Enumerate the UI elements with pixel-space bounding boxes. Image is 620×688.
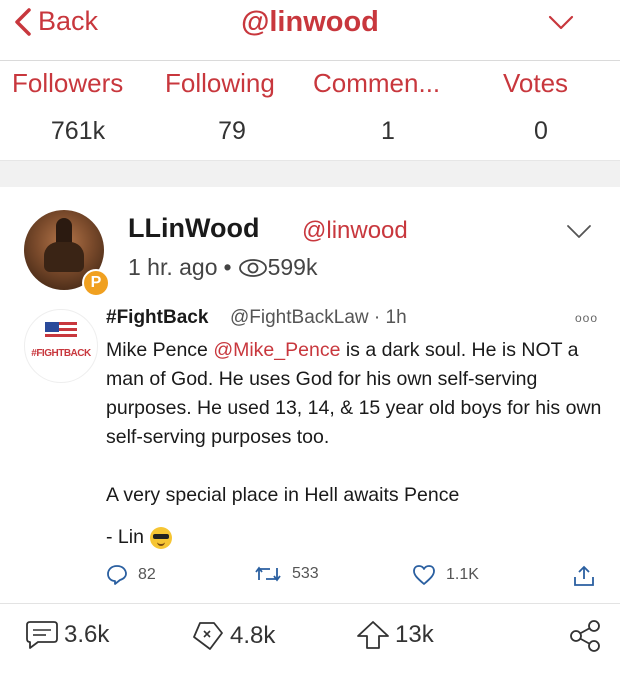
upvote-button[interactable]: 13k — [355, 619, 434, 651]
avatar-tag: #FIGHTBACK — [31, 348, 91, 359]
reply-button[interactable]: 82 — [106, 564, 156, 586]
signature: - Lin — [106, 526, 172, 549]
comment-icon — [26, 621, 58, 649]
stat-comments-value: 1 — [381, 117, 395, 145]
embedded-handle-time[interactable]: @FightBackLaw · 1h — [230, 307, 407, 329]
section-separator — [0, 160, 620, 188]
heart-icon — [413, 565, 435, 585]
embedded-avatar[interactable]: #FIGHTBACK — [24, 309, 98, 383]
profile-stats: Followers Following Commen... Votes 761k… — [0, 61, 620, 161]
comment-count: 3.6k — [64, 621, 110, 648]
views-count: 599k — [267, 254, 318, 280]
paragraph-2: A very special place in Hell awaits Penc… — [106, 484, 460, 506]
author-name[interactable]: LLinWood — [128, 213, 259, 244]
avatar-rider — [56, 218, 72, 244]
chevron-down-icon[interactable] — [566, 224, 592, 240]
comment-button[interactable]: 3.6k — [24, 619, 109, 651]
meta-separator: • — [223, 254, 232, 280]
author-handle[interactable]: @linwood — [302, 217, 408, 245]
views-icon — [238, 258, 267, 277]
upvote-count: 13k — [395, 621, 434, 648]
text-before-mention: Mike Pence — [106, 339, 214, 361]
share-button[interactable] — [568, 619, 606, 653]
stat-following-value: 79 — [218, 117, 246, 145]
more-options-icon[interactable]: ooo — [575, 311, 598, 325]
divider — [0, 603, 620, 604]
stat-comments-label[interactable]: Commen... — [313, 68, 440, 99]
embedded-tweet-text: Mike Pence @Mike_Pence is a dark soul. H… — [106, 336, 606, 510]
like-count: 1.1K — [446, 566, 479, 583]
parler-badge-icon: P — [82, 269, 110, 297]
share-nodes-icon — [570, 620, 600, 652]
upvote-arrow-icon — [357, 621, 389, 649]
stat-votes-value: 0 — [534, 117, 548, 145]
top-bar: Back @linwood — [0, 0, 620, 58]
share-tweet-button[interactable] — [572, 564, 606, 588]
mention-link[interactable]: @Mike_Pence — [213, 339, 340, 361]
stat-votes-label[interactable]: Votes — [503, 68, 568, 99]
flag-icon — [45, 322, 77, 340]
retweet-button[interactable]: 533 — [254, 564, 319, 584]
reply-icon — [107, 565, 127, 585]
stat-followers-value: 761k — [50, 117, 106, 145]
reply-count: 82 — [138, 566, 156, 583]
chevron-down-icon[interactable] — [548, 15, 574, 31]
post-card: P LLinWood @linwood 1 hr. ago • 599k #FI… — [0, 187, 620, 688]
share-icon — [574, 565, 594, 586]
page-title: @linwood — [241, 6, 379, 38]
echo-icon — [193, 622, 223, 650]
post-actions: 3.6k 4.8k 13k — [0, 619, 620, 665]
stat-followers-label[interactable]: Followers — [12, 68, 123, 99]
like-button[interactable]: 1.1K — [412, 564, 479, 586]
embedded-tweet-actions: 82 533 1.1K — [0, 564, 620, 594]
stat-following-label[interactable]: Following — [165, 68, 275, 99]
signature-text: - Lin — [106, 526, 144, 548]
sunglasses-emoji-icon — [149, 526, 172, 549]
embedded-author-name[interactable]: #FightBack — [106, 307, 208, 329]
post-time: 1 hr. ago — [128, 254, 218, 280]
avatar-horse — [44, 242, 84, 272]
retweet-icon — [255, 566, 281, 582]
echo-count: 4.8k — [230, 622, 276, 649]
post-meta: 1 hr. ago • 599k — [128, 254, 317, 281]
echo-button[interactable]: 4.8k — [190, 619, 275, 653]
retweet-count: 533 — [292, 565, 319, 582]
